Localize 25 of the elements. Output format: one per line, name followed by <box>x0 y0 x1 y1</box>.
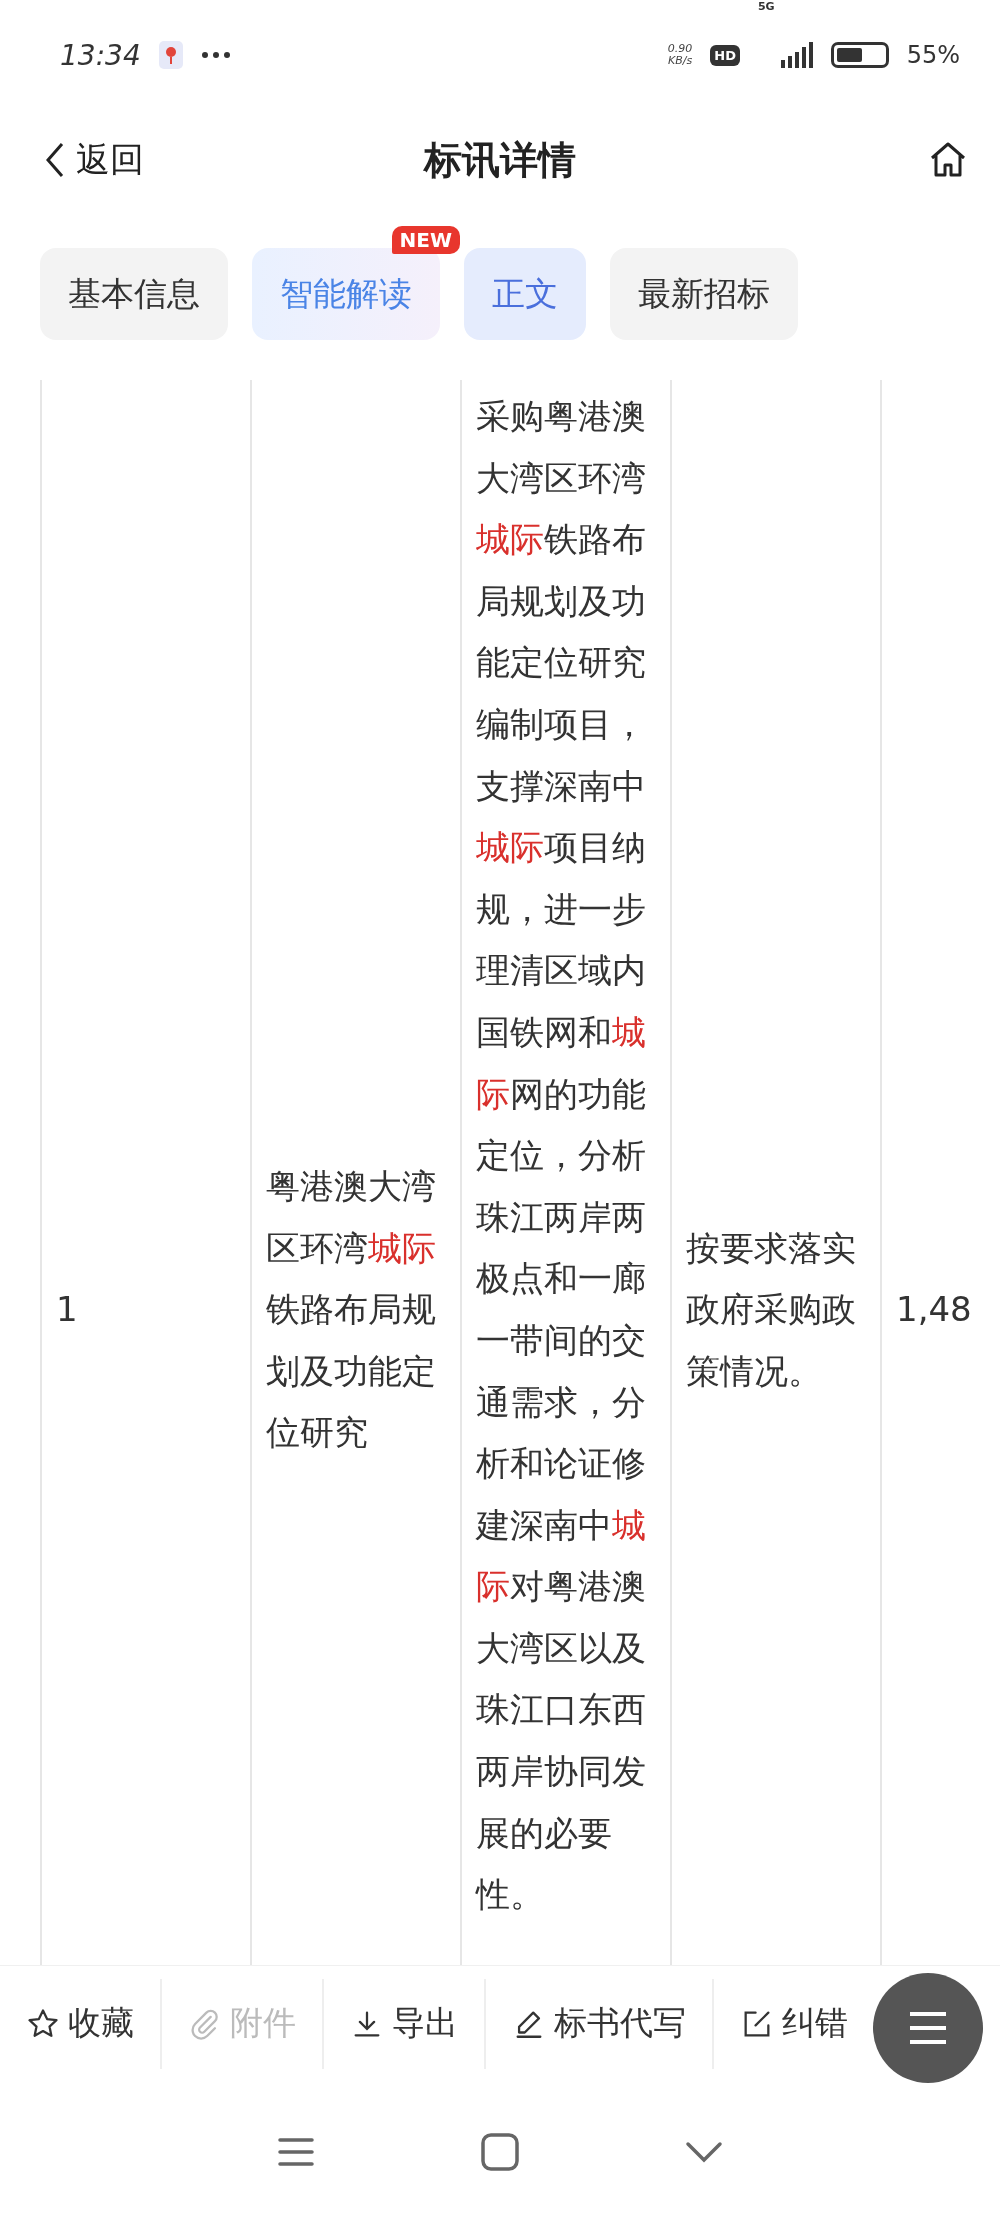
tab[interactable]: 基本信息 <box>40 248 228 340</box>
toolbar-button[interactable]: 纠错 <box>714 1983 874 2064</box>
toolbar-button[interactable]: 收藏 <box>0 1983 160 2064</box>
network-speed: 0.90 <box>667 42 693 55</box>
hd-badge: HD <box>710 44 740 66</box>
signal-icon <box>778 42 813 68</box>
toolbar-button[interactable]: 导出 <box>324 1983 484 2064</box>
battery-level: 55% <box>906 41 960 69</box>
speed-unit: KB/s <box>668 55 693 68</box>
table-cell-text: 1 <box>56 1288 79 1332</box>
page-title: 标讯详情 <box>424 137 576 182</box>
new-badge: NEW <box>391 226 460 254</box>
back-button[interactable]: 返回 <box>40 137 144 183</box>
table-cell-text: 1,48 <box>896 1288 973 1332</box>
tab[interactable]: 正文 <box>464 248 586 340</box>
tab[interactable]: 最新招标 <box>610 248 798 340</box>
table-cell-text: 粤港澳大湾区环湾城际 铁路布局规划及功能定位研究 <box>266 1165 437 1455</box>
clock: 13:34 <box>60 38 141 72</box>
network-type: 5G <box>757 0 775 13</box>
battery-icon <box>830 42 889 68</box>
table-cell-text: 按要求落实政府采购政策情况。 <box>686 1226 857 1393</box>
more-icon <box>200 51 231 59</box>
location-icon <box>158 41 183 69</box>
toolbar-button[interactable]: 标书代写 <box>486 1983 712 2064</box>
table-cell-text: 采购粤港澳大湾区环湾 城际铁路布局规划及功能定位研究编制项目，支撑深南中 城际项目纳规，进一步理清区域内国铁网和城际网的功能定位，分析珠江两岸两极点和一廊一带间的交通需求，分析和论证修建深南中城际对粤港澳大湾区以及珠江口东西两岸协同发展的必要性。 <box>476 395 647 1917</box>
